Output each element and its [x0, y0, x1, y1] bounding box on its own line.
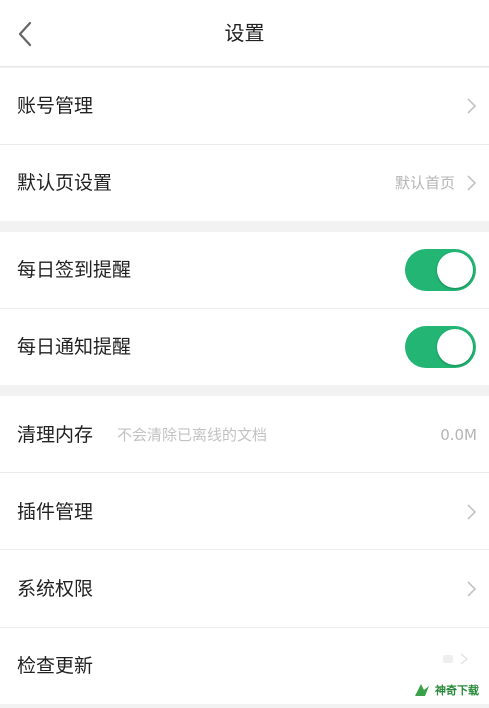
daily-notice-row: 每日通知提醒 [0, 309, 489, 385]
account-manage-label: 账号管理 [17, 95, 94, 117]
daily-notice-label: 每日通知提醒 [17, 336, 132, 358]
daily-checkin-row: 每日签到提醒 [0, 232, 489, 308]
default-page-row[interactable]: 默认页设置 默认首页 [0, 145, 489, 221]
chevron-right-icon [467, 175, 477, 191]
clear-cache-hint: 不会清除已离线的文档 [117, 426, 268, 444]
chevron-right-icon [467, 581, 477, 597]
watermark-text: 神奇下载 [435, 684, 479, 697]
system-permissions-row[interactable]: 系统权限 [0, 550, 489, 627]
clear-cache-row[interactable]: 清理内存 不会清除已离线的文档 0.0M [0, 396, 489, 472]
system-permissions-label: 系统权限 [17, 578, 94, 600]
daily-checkin-label: 每日签到提醒 [17, 259, 132, 281]
check-update-label: 检查更新 [17, 655, 94, 677]
daily-checkin-toggle[interactable] [405, 249, 476, 291]
clear-cache-label: 清理内存 [17, 424, 94, 446]
account-manage-row[interactable]: 账号管理 [0, 68, 489, 144]
watermark-logo-icon [415, 684, 429, 696]
update-indicator-icon [443, 653, 469, 665]
daily-notice-toggle[interactable] [405, 326, 476, 368]
page-title: 设置 [224, 21, 265, 45]
top-bar: 设置 [0, 0, 489, 67]
chevron-right-icon [467, 504, 477, 520]
chevron-right-icon [467, 98, 477, 114]
toggle-knob [437, 252, 473, 288]
plugin-manage-label: 插件管理 [17, 501, 94, 523]
default-page-value: 默认首页 [394, 174, 455, 192]
default-page-label: 默认页设置 [17, 172, 113, 194]
cache-size-value: 0.0M [440, 426, 477, 444]
watermark: 神奇下载 [413, 680, 479, 700]
toggle-knob [437, 329, 473, 365]
plugin-manage-row[interactable]: 插件管理 [0, 473, 489, 549]
